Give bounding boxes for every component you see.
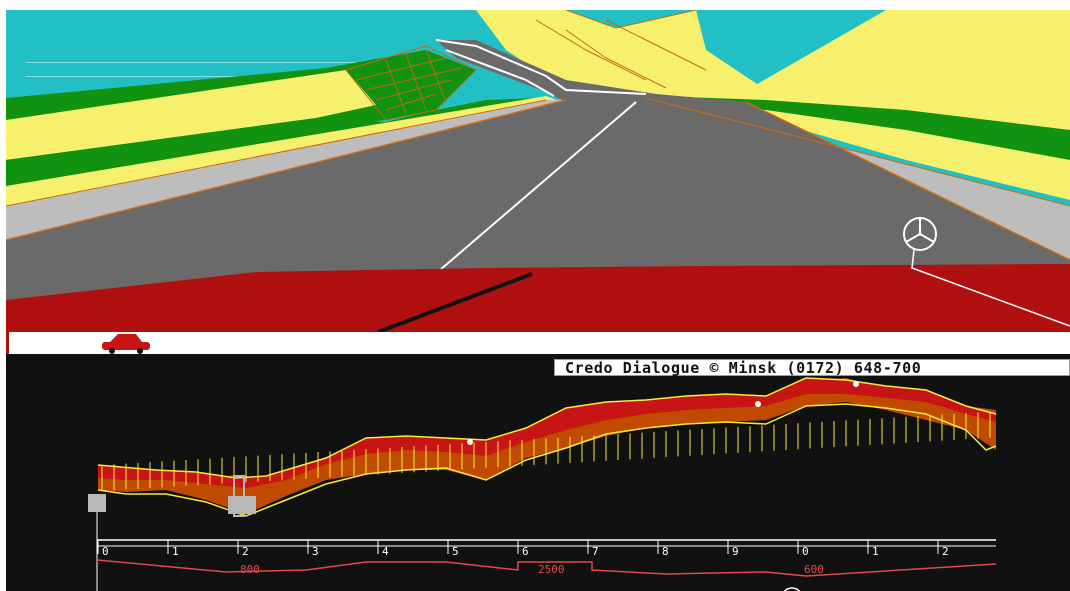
driving-view (6, 10, 1070, 334)
km-ticks (97, 540, 939, 554)
speed-limit-2: 2500 (538, 563, 565, 576)
speed-limit-3: 600 (804, 563, 824, 576)
km-label: 1 (172, 545, 179, 558)
km-label: 6 (522, 545, 529, 558)
terrain-red-top (98, 378, 996, 488)
km-label: 4 (382, 545, 389, 558)
terrain-profile: (function () { var g = document.currentS… (88, 377, 997, 591)
km-label: 2 (942, 545, 949, 558)
game-scene: (function () { var g = document.currentS… (6, 10, 1070, 591)
km-label: 2 (242, 545, 249, 558)
km-label: 0 (802, 545, 809, 558)
km-scale: 0 1 2 3 4 5 6 7 8 9 0 1 2 800 2500 600 (96, 539, 997, 591)
km-label: 5 (452, 545, 459, 558)
scene-art: (function () { var g = document.currentS… (6, 10, 1070, 591)
progress-strip (6, 332, 1070, 354)
credits-text: Credo Dialogue © Minsk (0172) 648-700 (565, 359, 922, 377)
km-label: 1 (872, 545, 879, 558)
km-label: 8 (662, 545, 669, 558)
speed-limit-1: 800 (240, 563, 260, 576)
credits-banner: Credo Dialogue © Minsk (0172) 648-700 (554, 359, 1070, 377)
km-label: 0 (102, 545, 109, 558)
km-labels: 0 1 2 3 4 5 6 7 8 9 0 1 2 (102, 545, 949, 558)
terrain-fill (98, 378, 996, 514)
km-label: 3 (312, 545, 319, 558)
km-label: 7 (592, 545, 599, 558)
km-label: 9 (732, 545, 739, 558)
progress-start-mark (6, 332, 9, 354)
